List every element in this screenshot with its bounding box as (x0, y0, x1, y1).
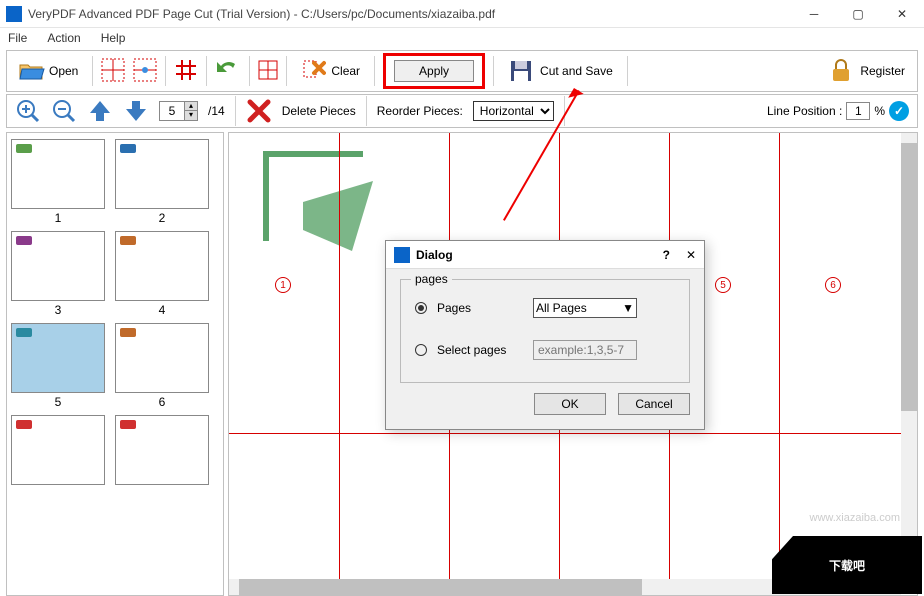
line-position-label: Line Position : (767, 104, 842, 118)
dialog-help-icon[interactable]: ? (663, 248, 670, 262)
dialog-app-icon (394, 247, 410, 263)
thumbnail[interactable]: 3 (11, 231, 105, 317)
site-logo: 下载吧 (772, 536, 922, 594)
select-pages-input[interactable] (533, 340, 637, 360)
open-label: Open (49, 64, 78, 78)
pages-select[interactable]: All Pages▼ (533, 298, 637, 318)
grid-small-icon[interactable] (258, 60, 278, 83)
main-toolbar: Open Clear Apply Cut and Save (6, 50, 918, 92)
register-button[interactable]: Register (822, 56, 911, 86)
window-title: VeryPDF Advanced PDF Page Cut (Trial Ver… (28, 7, 792, 21)
clear-button[interactable]: Clear (295, 56, 366, 86)
menu-file[interactable]: File (4, 29, 31, 47)
thumbnail[interactable]: 4 (115, 231, 209, 317)
menubar: File Action Help (0, 28, 924, 48)
page-total-label: /14 (208, 104, 225, 118)
secondary-toolbar: ▴▾ /14 Delete Pieces Reorder Pieces: Hor… (6, 94, 918, 128)
thumbnail[interactable] (11, 415, 105, 487)
cut-and-save-label: Cut and Save (540, 64, 613, 78)
undo-icon[interactable] (215, 60, 241, 83)
apply-label: Apply (419, 64, 449, 78)
register-label: Register (860, 64, 905, 78)
apply-dialog: Dialog ? ✕ pages Pages All Pages▼ Select… (385, 240, 705, 430)
reorder-label: Reorder Pieces: (377, 104, 463, 118)
watermark-text: www.xiazaiba.com (810, 512, 900, 524)
clear-label: Clear (331, 64, 360, 78)
thumbnail[interactable] (115, 415, 209, 487)
menu-help[interactable]: Help (97, 29, 130, 47)
close-button[interactable]: ✕ (880, 0, 924, 28)
radio-select-pages-label: Select pages (437, 343, 523, 357)
ok-button[interactable]: OK (534, 393, 606, 415)
apply-highlight: Apply (383, 53, 485, 89)
cancel-button[interactable]: Cancel (618, 393, 690, 415)
delete-x-icon[interactable] (246, 98, 272, 124)
open-button[interactable]: Open (13, 56, 84, 86)
zoom-in-icon[interactable] (15, 98, 41, 124)
thumbnail[interactable]: 2 (115, 139, 209, 225)
cell-number: 1 (275, 277, 291, 293)
folder-open-icon (19, 58, 45, 84)
hash-grid-icon[interactable] (174, 58, 198, 85)
pages-fieldset: pages Pages All Pages▼ Select pages (400, 279, 690, 383)
arrow-up-icon[interactable] (87, 98, 113, 124)
grid-h-1[interactable] (229, 433, 901, 434)
apply-button[interactable]: Apply (394, 60, 474, 82)
dialog-close-icon[interactable]: ✕ (686, 248, 696, 262)
document-stamp (263, 151, 363, 241)
dialog-title: Dialog (416, 248, 663, 262)
lock-icon (828, 58, 854, 84)
app-icon (6, 6, 22, 22)
line-position-input[interactable] (846, 102, 870, 120)
pages-select-value: All Pages (536, 301, 587, 315)
confirm-check-icon[interactable]: ✓ (889, 101, 909, 121)
vertical-scrollbar[interactable] (901, 133, 917, 579)
titlebar: VeryPDF Advanced PDF Page Cut (Trial Ver… (0, 0, 924, 28)
grid-both-icon[interactable] (101, 58, 125, 85)
thumbnail[interactable]: 1 (11, 139, 105, 225)
cell-number: 6 (825, 277, 841, 293)
pages-legend: pages (411, 272, 452, 286)
radio-pages-label: Pages (437, 301, 523, 315)
clear-x-icon (301, 58, 327, 84)
page-spinner[interactable]: ▴▾ (159, 101, 198, 121)
radio-select-pages[interactable] (415, 344, 427, 356)
zoom-out-icon[interactable] (51, 98, 77, 124)
page-current-input[interactable] (160, 102, 184, 120)
maximize-button[interactable]: ▢ (836, 0, 880, 28)
grid-v-1[interactable] (339, 133, 340, 579)
line-position-unit: % (874, 104, 885, 118)
minimize-button[interactable]: ─ (792, 0, 836, 28)
cut-and-save-button[interactable]: Cut and Save (502, 56, 619, 86)
cell-number: 5 (715, 277, 731, 293)
thumbnail[interactable]: 5 (11, 323, 105, 409)
reorder-select[interactable]: Horizontal (473, 101, 554, 121)
grid-horizontal-icon[interactable] (133, 58, 157, 85)
thumbnail[interactable]: 6 (115, 323, 209, 409)
thumbnail-panel: 123456 (6, 132, 224, 596)
arrow-down-icon[interactable] (123, 98, 149, 124)
spin-down[interactable]: ▾ (185, 111, 197, 120)
delete-pieces-label: Delete Pieces (282, 104, 356, 118)
menu-action[interactable]: Action (43, 29, 84, 47)
grid-v-5[interactable] (779, 133, 780, 579)
floppy-icon (508, 58, 534, 84)
dialog-titlebar[interactable]: Dialog ? ✕ (386, 241, 704, 269)
radio-pages[interactable] (415, 302, 427, 314)
